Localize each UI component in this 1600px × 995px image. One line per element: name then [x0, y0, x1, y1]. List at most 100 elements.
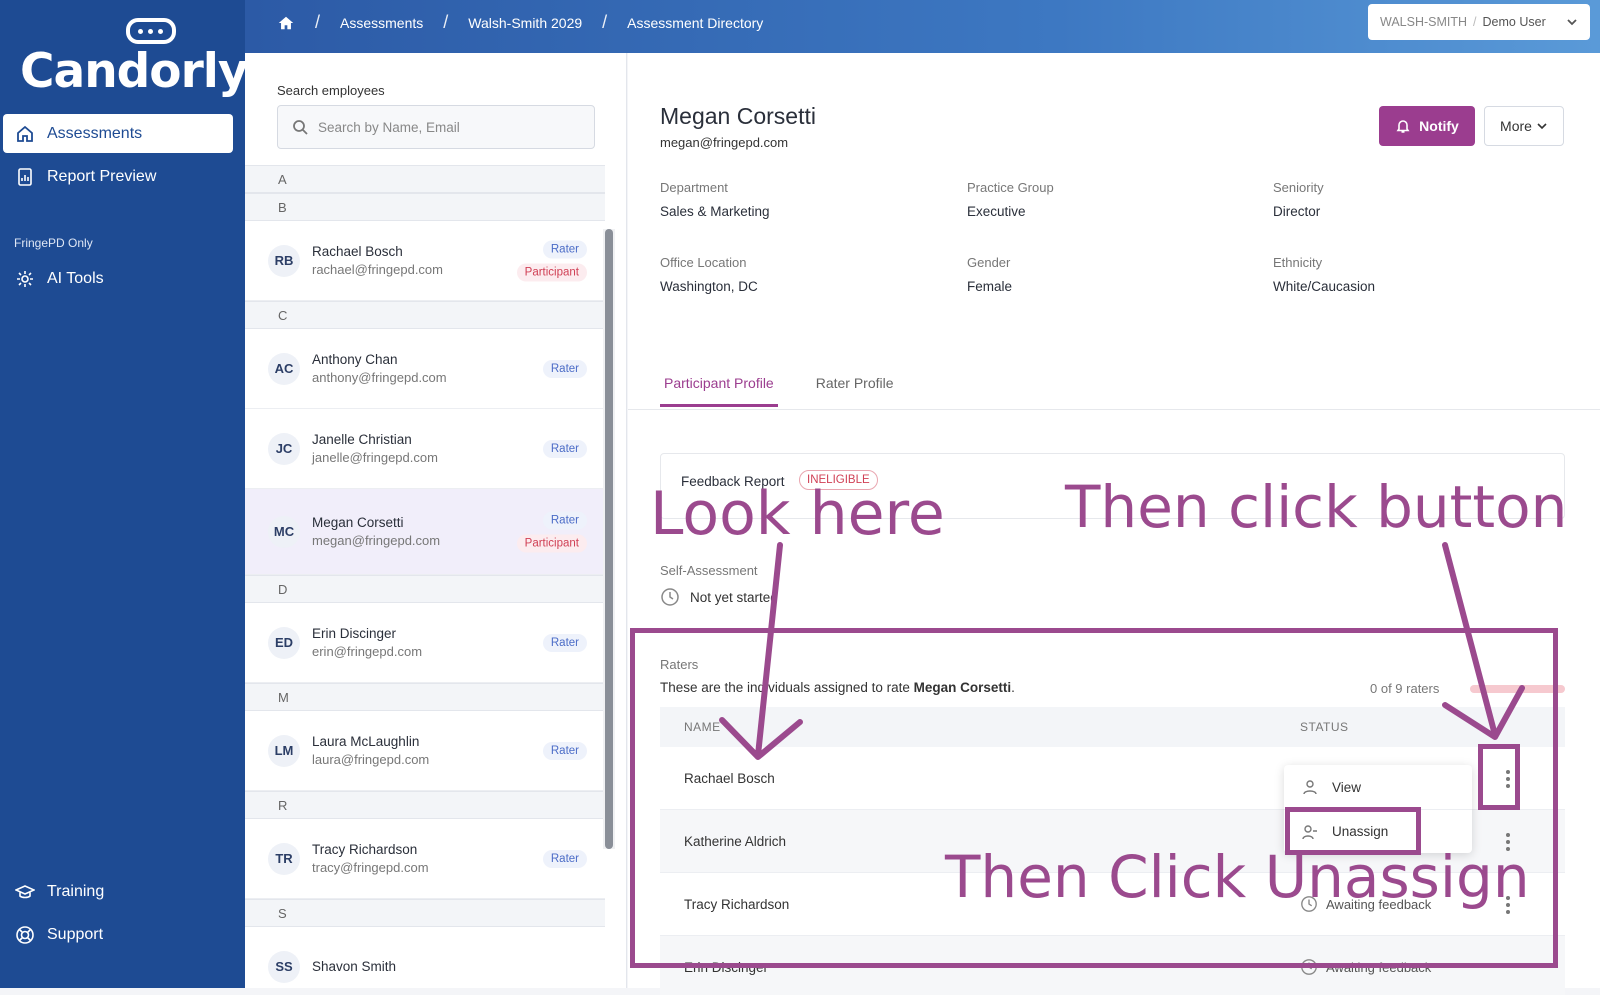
tab-rater-profile[interactable]: Rater Profile [812, 363, 898, 407]
employee-row[interactable]: RB Rachael Bosch rachael@fringepd.com Ra… [245, 221, 605, 301]
chevron-down-icon [1567, 19, 1577, 26]
candorly-logo[interactable]: Candorly [20, 14, 249, 99]
employee-row[interactable]: LM Laura McLaughlin laura@fringepd.com R… [245, 711, 605, 791]
employee-name: Janelle Christian [312, 432, 412, 447]
employee-row[interactable]: AC Anthony Chan anthony@fringepd.com Rat… [245, 329, 605, 409]
sidebar-item-assessments[interactable]: Assessments [3, 114, 233, 153]
sidebar-item-label: AI Tools [47, 269, 104, 287]
page-title: Megan Corsetti [660, 103, 816, 129]
employee-row-selected[interactable]: MC Megan Corsetti megan@fringepd.com Rat… [245, 489, 605, 575]
field-label: Office Location [660, 255, 747, 270]
avatar: ED [268, 626, 300, 659]
rater-badge: Rater [542, 633, 587, 652]
avatar: LM [268, 734, 300, 767]
avatar: JC [268, 432, 300, 465]
rater-name: Rachael Bosch [684, 770, 775, 786]
ai-tools-icon [17, 270, 33, 287]
employee-email: laura@fringepd.com [312, 752, 430, 767]
menu-item-view[interactable]: View [1284, 765, 1472, 809]
rater-name: Erin Discinger [684, 959, 769, 975]
sidebar-item-support[interactable]: Support [3, 915, 233, 954]
sidebar-item-label: Report Preview [47, 167, 157, 185]
raters-label: Raters [660, 657, 699, 672]
group-letter: R [245, 791, 605, 819]
raters-count: 0 of 9 raters [1370, 681, 1440, 696]
field-value: Female [967, 279, 1013, 294]
row-actions-menu-icon[interactable] [1500, 832, 1516, 852]
employee-row[interactable]: ED Erin Discinger erin@fringepd.com Rate… [245, 603, 605, 683]
field-seniority: Seniority Director [1273, 180, 1324, 219]
employee-row[interactable]: SS Shavon Smith [245, 927, 605, 988]
sidebar-item-ai-tools[interactable]: AI Tools [3, 259, 233, 298]
rater-status: Awaiting feedback [1300, 895, 1431, 913]
group-letter: B [245, 193, 605, 221]
avatar: TR [268, 842, 300, 875]
sidebar-item-label: Assessments [47, 124, 143, 142]
employee-email: erin@fringepd.com [312, 644, 423, 659]
employee-row[interactable]: JC Janelle Christian janelle@fringepd.co… [245, 409, 605, 489]
sidebar: Candorly Assessments Report Preview Frin… [0, 0, 249, 988]
person-email: megan@fringepd.com [660, 135, 789, 150]
employee-email: rachael@fringepd.com [312, 262, 443, 277]
user-name: Demo User [1482, 15, 1546, 29]
more-button[interactable]: More [1484, 106, 1564, 146]
field-department: Department Sales & Marketing [660, 180, 770, 219]
sidebar-item-training[interactable]: Training [3, 872, 233, 911]
employee-name: Anthony Chan [312, 352, 398, 367]
home-icon[interactable] [277, 14, 295, 32]
rater-status-text: Awaiting feedback [1326, 959, 1432, 975]
raters-desc-suffix: . [1011, 680, 1015, 695]
avatar: SS [268, 950, 300, 983]
org-name: WALSH-SMITH [1380, 15, 1468, 29]
menu-item-label: Unassign [1332, 824, 1389, 839]
top-bar: / Assessments / Walsh-Smith 2029 / Asses… [245, 0, 1600, 53]
table-header: NAME STATUS [660, 707, 1565, 747]
clock-icon [1301, 959, 1317, 975]
breadcrumb-assessments[interactable]: Assessments [340, 15, 423, 31]
divider [628, 409, 1600, 410]
scrollbar[interactable] [603, 229, 615, 849]
graduation-cap-icon [15, 884, 35, 898]
breadcrumb-walsh-smith-2029[interactable]: Walsh-Smith 2029 [468, 15, 582, 31]
clock-icon [1301, 896, 1317, 912]
self-assessment-label: Self-Assessment [660, 563, 758, 578]
employee-email: janelle@fringepd.com [312, 450, 438, 465]
row-actions-menu-icon[interactable] [1500, 769, 1516, 789]
raters-progress-bar [1470, 685, 1565, 693]
group-letter: S [245, 899, 605, 927]
raters-description: These are the individuals assigned to ra… [660, 680, 1015, 695]
search-input[interactable]: Search by Name, Email [277, 105, 595, 149]
rater-badge: Rater [542, 511, 587, 529]
field-ethnicity: Ethnicity White/Caucasion [1273, 255, 1375, 294]
self-assessment-status-text: Not yet started [690, 589, 778, 605]
breadcrumb: / Assessments / Walsh-Smith 2029 / Asses… [277, 0, 763, 45]
user-minus-icon [1302, 824, 1317, 839]
tab-participant-profile[interactable]: Participant Profile [660, 363, 778, 407]
rater-badge: Rater [542, 741, 587, 760]
clock-icon [661, 588, 679, 606]
bell-icon [1396, 120, 1410, 133]
column-name: NAME [684, 720, 721, 734]
employee-name: Erin Discinger [312, 626, 397, 641]
rater-name: Tracy Richardson [684, 896, 790, 912]
employee-email: tracy@fringepd.com [312, 860, 429, 875]
sidebar-item-report-preview[interactable]: Report Preview [3, 157, 233, 196]
notify-label: Notify [1419, 118, 1459, 134]
lifebuoy-icon [16, 925, 34, 944]
rater-badge: Rater [542, 359, 587, 378]
user-menu[interactable]: WALSH-SMITH / Demo User [1368, 4, 1590, 40]
employee-row[interactable]: TR Tracy Richardson tracy@fringepd.com R… [245, 819, 605, 899]
field-value: Executive [967, 204, 1026, 219]
field-value: Sales & Marketing [660, 204, 770, 219]
field-value: Director [1273, 204, 1321, 219]
rater-status-text: Awaiting feedback [1326, 896, 1432, 912]
sidebar-item-label: Support [47, 925, 104, 943]
menu-item-unassign[interactable]: Unassign [1284, 809, 1472, 853]
participant-badge: Participant [516, 534, 587, 552]
notify-button[interactable]: Notify [1379, 106, 1475, 146]
field-label: Gender [967, 255, 1011, 270]
scrollbar-thumb[interactable] [605, 229, 613, 849]
employee-name: Tracy Richardson [312, 842, 418, 857]
search-label: Search employees [277, 83, 385, 98]
row-actions-menu-icon[interactable] [1500, 895, 1516, 915]
